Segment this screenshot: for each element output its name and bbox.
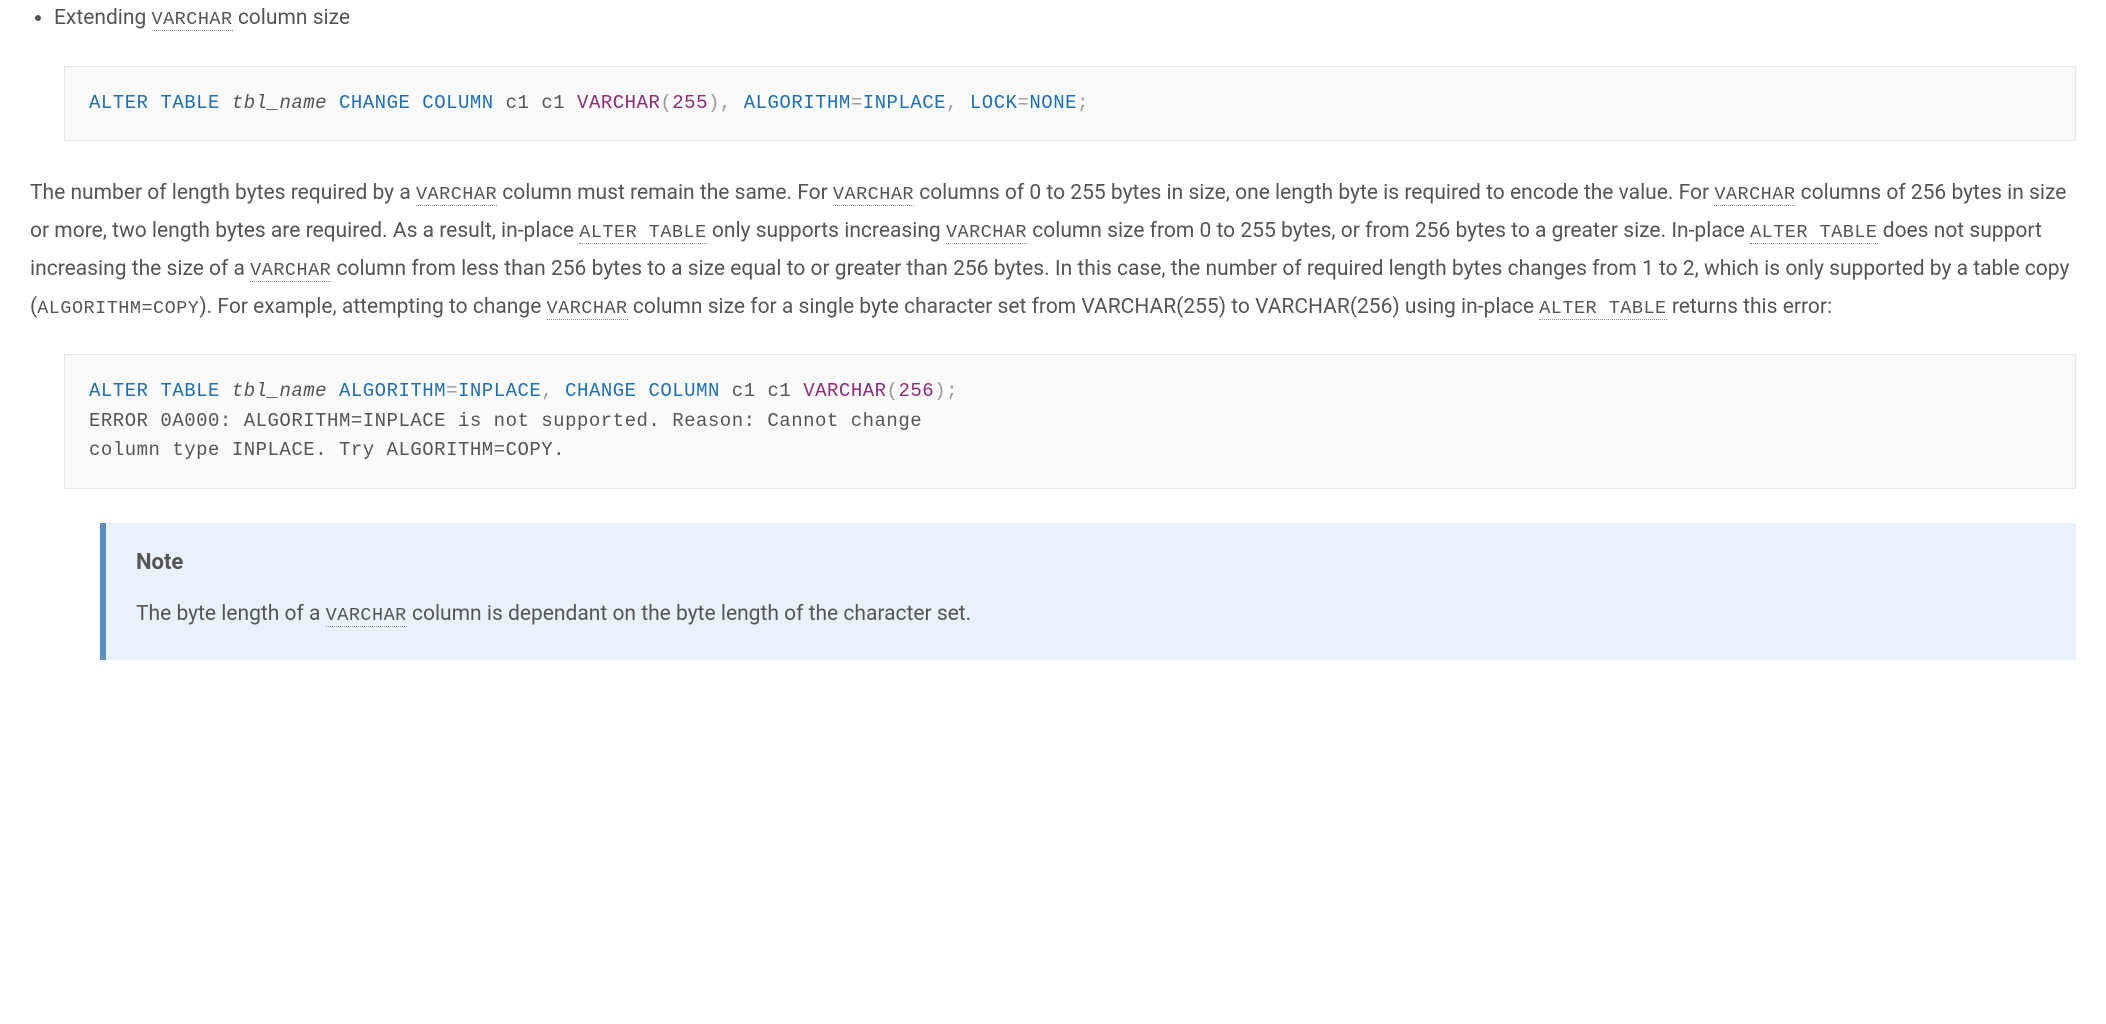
p1-c2: VARCHAR [833, 184, 914, 206]
p1-s9: ). For example, attempting to change [199, 295, 546, 319]
sql-255: 255 [672, 92, 708, 114]
sql2-256: 256 [898, 380, 934, 402]
sql2-table: TABLE [160, 380, 220, 402]
paragraph-1: The number of length bytes required by a… [30, 175, 2076, 326]
sql2-cols: c1 c1 [732, 380, 792, 402]
sql2-varchar: VARCHAR [803, 380, 886, 402]
p1-c7: VARCHAR [250, 260, 331, 282]
note-s1: The byte length of a [136, 602, 326, 626]
sql-change: CHANGE [339, 92, 410, 114]
sql2-alter: ALTER [89, 380, 149, 402]
sql2-column: COLUMN [648, 380, 719, 402]
sql-lparen: ( [660, 92, 672, 114]
note-s2: column is dependant on the byte length o… [407, 602, 971, 626]
sql-eq2: = [1018, 92, 1030, 114]
sql-comma2: , [946, 92, 958, 114]
p1-c6: ALTER TABLE [1750, 222, 1877, 244]
bullet-text: Extending VARCHAR column size [54, 0, 2076, 38]
sql2-semi: ; [946, 380, 958, 402]
p1-c10: ALTER TABLE [1539, 298, 1666, 320]
p1-s1: The number of length bytes required by a [30, 181, 416, 205]
p1-c8: ALGORITHM=COPY [37, 298, 199, 319]
sql-tblname: tbl_name [232, 92, 327, 114]
sql2-lparen: ( [887, 380, 899, 402]
sql2-comma: , [541, 380, 553, 402]
p1-c4: ALTER TABLE [579, 222, 706, 244]
sql-eq: = [851, 92, 863, 114]
p1-c5: VARCHAR [946, 222, 1027, 244]
note-title: Note [136, 543, 2046, 583]
p1-s5: only supports increasing [707, 219, 946, 243]
sql2-eq: = [446, 380, 458, 402]
sql-none: NONE [1029, 92, 1077, 114]
sql2-tblname: tbl_name [232, 380, 327, 402]
sql-column: COLUMN [422, 92, 493, 114]
sql-comma: , [720, 92, 732, 114]
sql2-algorithm: ALGORITHM [339, 380, 446, 402]
p1-s10: column size for a single byte character … [628, 295, 1540, 319]
code-block-2: ALTER TABLE tbl_name ALGORITHM=INPLACE, … [64, 354, 2076, 488]
sql-rparen: ) [708, 92, 720, 114]
sql2-change: CHANGE [565, 380, 636, 402]
note-box: Note The byte length of a VARCHAR column… [100, 523, 2076, 660]
sql2-rparen: ) [934, 380, 946, 402]
bullet-item: Extending VARCHAR column size [54, 0, 2076, 38]
sql-varchar: VARCHAR [577, 92, 660, 114]
p1-c3: VARCHAR [1714, 184, 1795, 206]
varchar-literal: VARCHAR [152, 9, 233, 31]
note-body: The byte length of a VARCHAR column is d… [136, 596, 2046, 634]
p1-c9: VARCHAR [547, 298, 628, 320]
sql2-inplace: INPLACE [458, 380, 541, 402]
sql-alter: ALTER [89, 92, 149, 114]
p1-s6: column size from 0 to 255 bytes, or from… [1027, 219, 1750, 243]
p1-s11: returns this error: [1667, 295, 1832, 319]
bullet-prefix: Extending [54, 6, 152, 30]
sql2-error: ERROR 0A000: ALGORITHM=INPLACE is not su… [89, 410, 922, 461]
sql-table: TABLE [160, 92, 220, 114]
p1-s2: column must remain the same. For [497, 181, 833, 205]
sql-cols: c1 c1 [506, 92, 566, 114]
code-block-1: ALTER TABLE tbl_name CHANGE COLUMN c1 c1… [64, 66, 2076, 141]
p1-s3: columns of 0 to 255 bytes in size, one l… [914, 181, 1714, 205]
sql-lock: LOCK [970, 92, 1018, 114]
sql-algorithm: ALGORITHM [744, 92, 851, 114]
bullet-suffix: column size [233, 6, 350, 30]
sql-semi: ; [1077, 92, 1089, 114]
p1-c1: VARCHAR [416, 184, 497, 206]
sql-inplace: INPLACE [863, 92, 946, 114]
note-c1: VARCHAR [326, 605, 407, 627]
